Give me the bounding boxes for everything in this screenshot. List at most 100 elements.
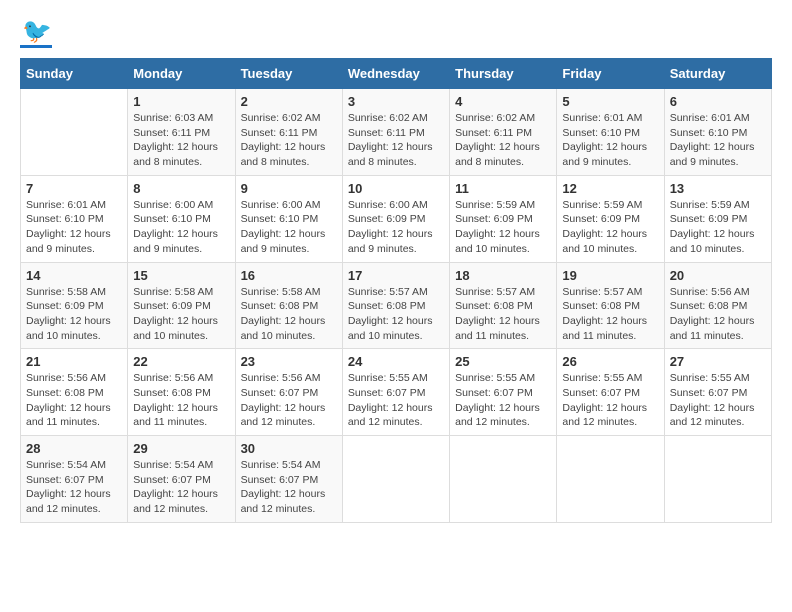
day-info: Sunrise: 6:01 AMSunset: 6:10 PMDaylight:… — [26, 198, 122, 257]
day-number: 12 — [562, 181, 658, 196]
calendar-cell: 18 Sunrise: 5:57 AMSunset: 6:08 PMDayligh… — [450, 262, 557, 349]
day-info: Sunrise: 5:58 AMSunset: 6:09 PMDaylight:… — [26, 285, 122, 344]
week-row-3: 14 Sunrise: 5:58 AMSunset: 6:09 PMDayligh… — [21, 262, 772, 349]
day-info: Sunrise: 6:00 AMSunset: 6:10 PMDaylight:… — [241, 198, 337, 257]
day-number: 8 — [133, 181, 229, 196]
calendar-cell: 3Sunrise: 6:02 AMSunset: 6:11 PMDaylight… — [342, 89, 449, 176]
day-info: Sunrise: 6:00 AMSunset: 6:10 PMDaylight:… — [133, 198, 229, 257]
day-info: Sunrise: 5:55 AMSunset: 6:07 PMDaylight:… — [670, 371, 766, 430]
column-header-tuesday: Tuesday — [235, 59, 342, 89]
day-number: 15 — [133, 268, 229, 283]
day-number: 9 — [241, 181, 337, 196]
calendar-cell: 29 Sunrise: 5:54 AMSunset: 6:07 PMDayligh… — [128, 436, 235, 523]
column-header-wednesday: Wednesday — [342, 59, 449, 89]
calendar-cell: 2Sunrise: 6:02 AMSunset: 6:11 PMDaylight… — [235, 89, 342, 176]
day-number: 22 — [133, 354, 229, 369]
calendar-cell — [21, 89, 128, 176]
day-number: 16 — [241, 268, 337, 283]
day-info: Sunrise: 5:56 AMSunset: 6:08 PMDaylight:… — [670, 285, 766, 344]
day-number: 7 — [26, 181, 122, 196]
day-number: 10 — [348, 181, 444, 196]
calendar-cell: 8 Sunrise: 6:00 AMSunset: 6:10 PMDaylight… — [128, 175, 235, 262]
day-info: Sunrise: 5:56 AMSunset: 6:07 PMDaylight:… — [241, 371, 337, 430]
day-number: 17 — [348, 268, 444, 283]
week-row-5: 28 Sunrise: 5:54 AMSunset: 6:07 PMDayligh… — [21, 436, 772, 523]
logo-underline — [20, 45, 52, 48]
column-header-sunday: Sunday — [21, 59, 128, 89]
day-info: Sunrise: 6:01 AMSunset: 6:10 PMDaylight:… — [562, 111, 658, 170]
day-number: 25 — [455, 354, 551, 369]
day-info: Sunrise: 5:57 AMSunset: 6:08 PMDaylight:… — [455, 285, 551, 344]
column-header-saturday: Saturday — [664, 59, 771, 89]
day-info: Sunrise: 5:57 AMSunset: 6:08 PMDaylight:… — [562, 285, 658, 344]
calendar-cell: 27 Sunrise: 5:55 AMSunset: 6:07 PMDayligh… — [664, 349, 771, 436]
day-number: 6 — [670, 94, 766, 109]
calendar-cell: 23 Sunrise: 5:56 AMSunset: 6:07 PMDayligh… — [235, 349, 342, 436]
calendar-cell — [342, 436, 449, 523]
calendar-cell: 20 Sunrise: 5:56 AMSunset: 6:08 PMDayligh… — [664, 262, 771, 349]
day-info: Sunrise: 5:58 AMSunset: 6:09 PMDaylight:… — [133, 285, 229, 344]
day-number: 11 — [455, 181, 551, 196]
day-info: Sunrise: 5:59 AMSunset: 6:09 PMDaylight:… — [455, 198, 551, 257]
week-row-4: 21 Sunrise: 5:56 AMSunset: 6:08 PMDayligh… — [21, 349, 772, 436]
calendar-cell: 26Sunrise: 5:55 AMSunset: 6:07 PMDayligh… — [557, 349, 664, 436]
day-number: 20 — [670, 268, 766, 283]
day-number: 13 — [670, 181, 766, 196]
calendar-cell: 10Sunrise: 6:00 AMSunset: 6:09 PMDayligh… — [342, 175, 449, 262]
day-info: Sunrise: 5:59 AMSunset: 6:09 PMDaylight:… — [562, 198, 658, 257]
day-info: Sunrise: 6:03 AMSunset: 6:11 PMDaylight:… — [133, 111, 229, 170]
calendar-cell: 30Sunrise: 5:54 AMSunset: 6:07 PMDayligh… — [235, 436, 342, 523]
calendar-cell: 19 Sunrise: 5:57 AMSunset: 6:08 PMDayligh… — [557, 262, 664, 349]
logo: 🐦 — [20, 20, 52, 48]
day-info: Sunrise: 5:55 AMSunset: 6:07 PMDaylight:… — [348, 371, 444, 430]
calendar-cell: 22Sunrise: 5:56 AMSunset: 6:08 PMDayligh… — [128, 349, 235, 436]
day-number: 27 — [670, 354, 766, 369]
day-info: Sunrise: 5:54 AMSunset: 6:07 PMDaylight:… — [133, 458, 229, 517]
calendar-cell: 14 Sunrise: 5:58 AMSunset: 6:09 PMDayligh… — [21, 262, 128, 349]
calendar-cell: 9 Sunrise: 6:00 AMSunset: 6:10 PMDaylight… — [235, 175, 342, 262]
calendar-cell: 17 Sunrise: 5:57 AMSunset: 6:08 PMDayligh… — [342, 262, 449, 349]
day-info: Sunrise: 5:55 AMSunset: 6:07 PMDaylight:… — [455, 371, 551, 430]
day-number: 28 — [26, 441, 122, 456]
day-info: Sunrise: 6:02 AMSunset: 6:11 PMDaylight:… — [241, 111, 337, 170]
day-number: 18 — [455, 268, 551, 283]
calendar-cell: 25 Sunrise: 5:55 AMSunset: 6:07 PMDayligh… — [450, 349, 557, 436]
day-info: Sunrise: 6:01 AMSunset: 6:10 PMDaylight:… — [670, 111, 766, 170]
calendar-cell: 7 Sunrise: 6:01 AMSunset: 6:10 PMDaylight… — [21, 175, 128, 262]
calendar-cell: 4Sunrise: 6:02 AMSunset: 6:11 PMDaylight… — [450, 89, 557, 176]
day-info: Sunrise: 6:02 AMSunset: 6:11 PMDaylight:… — [348, 111, 444, 170]
column-header-thursday: Thursday — [450, 59, 557, 89]
day-info: Sunrise: 6:02 AMSunset: 6:11 PMDaylight:… — [455, 111, 551, 170]
day-number: 14 — [26, 268, 122, 283]
day-number: 5 — [562, 94, 658, 109]
day-info: Sunrise: 5:58 AMSunset: 6:08 PMDaylight:… — [241, 285, 337, 344]
calendar-cell: 21 Sunrise: 5:56 AMSunset: 6:08 PMDayligh… — [21, 349, 128, 436]
week-row-2: 7 Sunrise: 6:01 AMSunset: 6:10 PMDaylight… — [21, 175, 772, 262]
day-number: 19 — [562, 268, 658, 283]
calendar-header-row: SundayMondayTuesdayWednesdayThursdayFrid… — [21, 59, 772, 89]
page-header: 🐦 — [20, 20, 772, 48]
calendar-cell: 28 Sunrise: 5:54 AMSunset: 6:07 PMDayligh… — [21, 436, 128, 523]
calendar-cell: 12 Sunrise: 5:59 AMSunset: 6:09 PMDayligh… — [557, 175, 664, 262]
calendar-cell: 13 Sunrise: 5:59 AMSunset: 6:09 PMDayligh… — [664, 175, 771, 262]
day-info: Sunrise: 5:54 AMSunset: 6:07 PMDaylight:… — [241, 458, 337, 517]
week-row-1: 1Sunrise: 6:03 AMSunset: 6:11 PMDaylight… — [21, 89, 772, 176]
calendar-cell: 24 Sunrise: 5:55 AMSunset: 6:07 PMDayligh… — [342, 349, 449, 436]
calendar-table: SundayMondayTuesdayWednesdayThursdayFrid… — [20, 58, 772, 523]
day-number: 24 — [348, 354, 444, 369]
day-info: Sunrise: 5:56 AMSunset: 6:08 PMDaylight:… — [26, 371, 122, 430]
day-info: Sunrise: 5:59 AMSunset: 6:09 PMDaylight:… — [670, 198, 766, 257]
calendar-cell: 16 Sunrise: 5:58 AMSunset: 6:08 PMDayligh… — [235, 262, 342, 349]
column-header-monday: Monday — [128, 59, 235, 89]
calendar-cell: 6 Sunrise: 6:01 AMSunset: 6:10 PMDaylight… — [664, 89, 771, 176]
calendar-cell: 11 Sunrise: 5:59 AMSunset: 6:09 PMDayligh… — [450, 175, 557, 262]
calendar-cell — [557, 436, 664, 523]
logo-bird-icon: 🐦 — [22, 20, 52, 44]
day-info: Sunrise: 5:57 AMSunset: 6:08 PMDaylight:… — [348, 285, 444, 344]
calendar-cell — [450, 436, 557, 523]
day-number: 21 — [26, 354, 122, 369]
day-info: Sunrise: 5:54 AMSunset: 6:07 PMDaylight:… — [26, 458, 122, 517]
day-number: 29 — [133, 441, 229, 456]
day-number: 23 — [241, 354, 337, 369]
day-number: 26 — [562, 354, 658, 369]
